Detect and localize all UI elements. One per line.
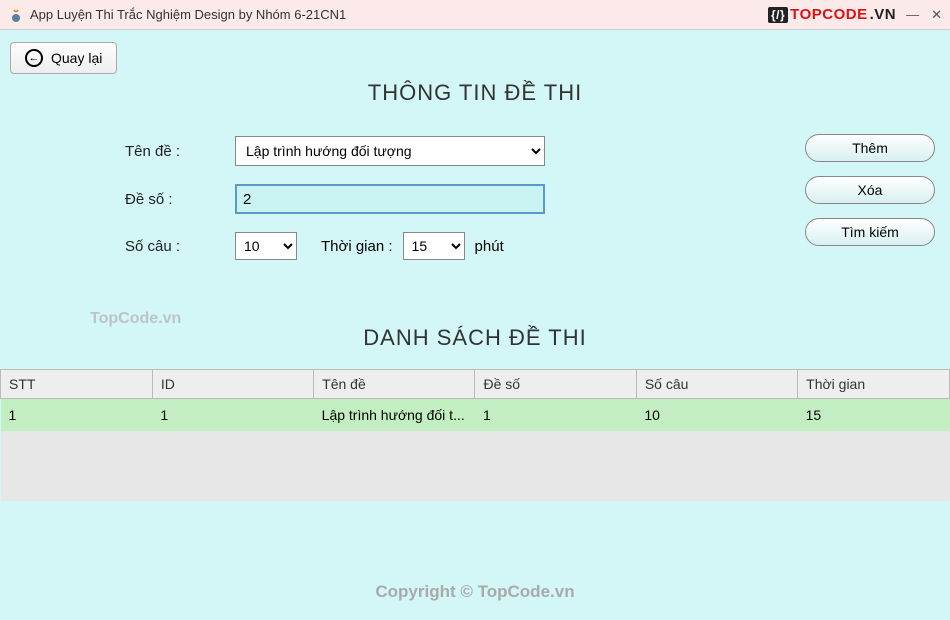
cell-deso: 1 [475, 399, 636, 432]
back-button-label: Quay lại [51, 50, 102, 66]
select-tende[interactable]: Lập trình hướng đối tượng [235, 136, 545, 166]
section-title-info: THÔNG TIN ĐỀ THI [0, 30, 950, 106]
table-row[interactable]: 1 1 Lập trình hướng đối t... 1 10 15 [1, 399, 950, 432]
cell-thoigian: 15 [798, 399, 950, 432]
cell-tende: Lập trình hướng đối t... [314, 399, 475, 432]
label-thoigian: Thời gian : [321, 238, 393, 255]
exam-table: STT ID Tên đề Đề số Số câu Thời gian 1 1… [0, 369, 950, 501]
th-thoigian[interactable]: Thời gian [798, 370, 950, 399]
input-deso[interactable] [235, 184, 545, 214]
brace-icon: {/} [768, 7, 788, 23]
java-icon [8, 7, 24, 23]
label-deso: Đề số : [125, 191, 235, 208]
th-stt[interactable]: STT [1, 370, 153, 399]
label-phut: phút [475, 238, 504, 255]
search-button[interactable]: Tìm kiếm [805, 218, 935, 246]
minimize-button[interactable]: — [906, 7, 919, 23]
section-title-list: DANH SÁCH ĐỀ THI [0, 325, 950, 351]
th-id[interactable]: ID [152, 370, 313, 399]
cell-socau: 10 [636, 399, 797, 432]
cell-id: 1 [152, 399, 313, 432]
close-button[interactable]: ✕ [931, 7, 942, 23]
titlebar-left: App Luyện Thi Trắc Nghiệm Design by Nhóm… [8, 7, 346, 23]
arrow-left-icon: ← [25, 49, 43, 67]
table-blank-area [1, 431, 950, 501]
window-controls: — ✕ [906, 7, 942, 23]
th-tende[interactable]: Tên đề [314, 370, 475, 399]
watermark-topcode: TopCode.vn [90, 310, 181, 328]
action-buttons: Thêm Xóa Tìm kiếm [805, 134, 935, 246]
select-thoigian[interactable]: 15 [403, 232, 465, 260]
back-button[interactable]: ← Quay lại [10, 42, 117, 74]
table-header-row: STT ID Tên đề Đề số Số câu Thời gian [1, 370, 950, 399]
topcode-logo: {/} TOPCODE.VN [768, 6, 896, 23]
titlebar-right: {/} TOPCODE.VN — ✕ [768, 6, 942, 23]
delete-button[interactable]: Xóa [805, 176, 935, 204]
window-titlebar: App Luyện Thi Trắc Nghiệm Design by Nhóm… [0, 0, 950, 30]
copyright-text: Copyright © TopCode.vn [0, 582, 950, 602]
app-body: ← Quay lại THÔNG TIN ĐỀ THI Tên đề : Lập… [0, 30, 950, 620]
th-socau[interactable]: Số câu [636, 370, 797, 399]
window-title: App Luyện Thi Trắc Nghiệm Design by Nhóm… [30, 7, 346, 22]
select-socau[interactable]: 10 [235, 232, 297, 260]
row-socau: Số câu : 10 Thời gian : 15 phút [125, 232, 825, 260]
exam-table-wrap: STT ID Tên đề Đề số Số câu Thời gian 1 1… [0, 369, 950, 501]
row-tende: Tên đề : Lập trình hướng đối tượng [125, 136, 825, 166]
add-button[interactable]: Thêm [805, 134, 935, 162]
row-deso: Đề số : [125, 184, 825, 214]
th-deso[interactable]: Đề số [475, 370, 636, 399]
label-socau: Số câu : [125, 238, 235, 255]
exam-form: Tên đề : Lập trình hướng đối tượng Đề số… [125, 136, 825, 260]
label-tende: Tên đề : [125, 143, 235, 160]
cell-stt: 1 [1, 399, 153, 432]
